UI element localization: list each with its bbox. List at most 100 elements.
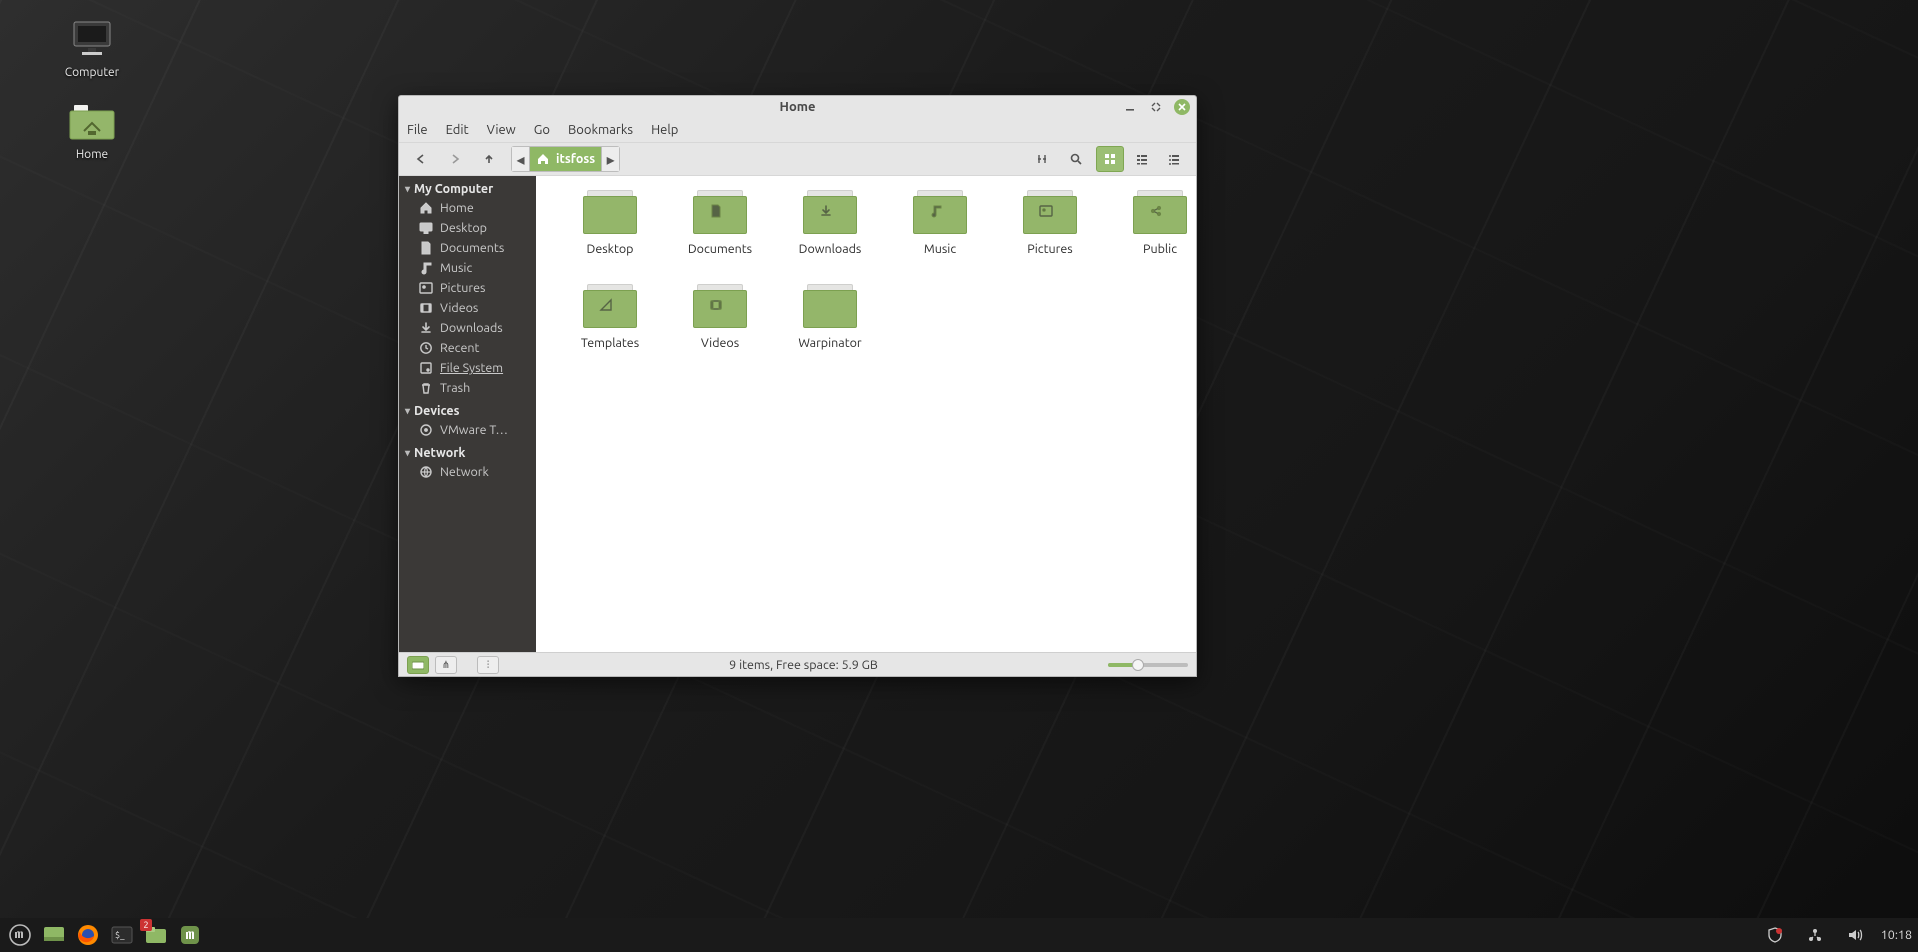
folder-icon — [803, 288, 857, 328]
zoom-slider[interactable] — [1108, 663, 1188, 667]
sidebar-item-documents[interactable]: Documents — [399, 238, 536, 258]
file-grid[interactable]: Desktop Documents DownloadsMusic Pictures Pu… — [536, 176, 1196, 652]
tree-toggle[interactable]: ⋔ — [435, 656, 457, 674]
desktop-icon-home[interactable]: Home — [48, 96, 136, 161]
sidebar-item-recent[interactable]: Recent — [399, 338, 536, 358]
sidebar-item-home[interactable]: Home — [399, 198, 536, 218]
sidebar-item-label: Downloads — [440, 321, 503, 335]
forward-button[interactable] — [441, 146, 469, 172]
sidebar-section[interactable]: Network — [399, 440, 536, 462]
taskbar: $_ 2 10:18 — [0, 918, 1918, 952]
folder-label: Pictures — [1027, 242, 1072, 256]
close-button[interactable] — [1174, 99, 1190, 115]
file-manager-window: Home File Edit View Go Bookmarks Help ◂ — [398, 95, 1197, 677]
up-button[interactable] — [475, 146, 503, 172]
terminal-launcher[interactable]: $_ — [108, 921, 136, 949]
firefox-launcher[interactable] — [74, 921, 102, 949]
computer-icon — [68, 14, 116, 62]
folder-icon — [913, 194, 967, 234]
view-switcher — [1096, 146, 1188, 172]
path-bar: ◂ itsfoss ▸ — [511, 146, 620, 172]
folder-music[interactable]: Music — [888, 194, 992, 256]
sidebar-item-videos[interactable]: Videos — [399, 298, 536, 318]
recent-icon — [419, 341, 433, 355]
folder-icon — [1023, 194, 1077, 234]
sidebar-section[interactable]: Devices — [399, 398, 536, 420]
folder-pictures[interactable]: Pictures — [998, 194, 1102, 256]
folder-downloads[interactable]: Downloads — [778, 194, 882, 256]
window-title: Home — [780, 100, 816, 114]
sidebar-item-pictures[interactable]: Pictures — [399, 278, 536, 298]
sidebar-item-music[interactable]: Music — [399, 258, 536, 278]
minimize-button[interactable] — [1122, 99, 1138, 115]
sidebar-item-trash[interactable]: Trash — [399, 378, 536, 398]
sidebar-item-label: Trash — [440, 381, 470, 395]
back-button[interactable] — [407, 146, 435, 172]
menubar: File Edit View Go Bookmarks Help — [399, 118, 1196, 142]
titlebar[interactable]: Home — [399, 96, 1196, 118]
view-compact-button[interactable] — [1160, 146, 1188, 172]
music-icon — [419, 261, 433, 275]
sidebar-item-label: Videos — [440, 301, 478, 315]
folder-label: Public — [1143, 242, 1177, 256]
sidebar-section[interactable]: My Computer — [399, 176, 536, 198]
folder-icon — [1133, 194, 1187, 234]
folder-templates[interactable]: Templates — [558, 288, 662, 350]
sidebar-item-downloads[interactable]: Downloads — [399, 318, 536, 338]
window-count-badge: 2 — [140, 919, 152, 931]
clock[interactable]: 10:18 — [1881, 928, 1912, 942]
sidebar-item-label: Documents — [440, 241, 504, 255]
folder-desktop[interactable]: Desktop — [558, 194, 662, 256]
folder-icon — [693, 194, 747, 234]
folder-label: Documents — [688, 242, 752, 256]
tray-volume[interactable] — [1841, 921, 1869, 949]
cd-icon — [419, 423, 433, 437]
maximize-button[interactable] — [1148, 99, 1164, 115]
sidebar-item-file-system[interactable]: File System — [399, 358, 536, 378]
desktop-icon-computer[interactable]: Computer — [48, 14, 136, 79]
sidebar-item-label: Recent — [440, 341, 479, 355]
sidebar-item-vmware-t-[interactable]: VMware T… — [399, 420, 536, 440]
show-desktop-button[interactable] — [40, 921, 68, 949]
menu-view[interactable]: View — [487, 123, 516, 137]
folder-warpinator[interactable]: Warpinator — [778, 288, 882, 350]
path-back-caret[interactable]: ◂ — [512, 147, 530, 171]
menu-help[interactable]: Help — [651, 123, 678, 137]
home-icon — [536, 152, 550, 166]
view-icons-button[interactable] — [1096, 146, 1124, 172]
sidebar-item-label: Pictures — [440, 281, 485, 295]
mint-welcome-launcher[interactable] — [176, 921, 204, 949]
folder-public[interactable]: Public — [1108, 194, 1196, 256]
folder-label: Warpinator — [798, 336, 861, 350]
places-toggle[interactable] — [407, 656, 429, 674]
folder-documents[interactable]: Documents — [668, 194, 772, 256]
download-icon — [419, 321, 433, 335]
menu-file[interactable]: File — [407, 123, 428, 137]
sidebar-item-desktop[interactable]: Desktop — [399, 218, 536, 238]
tray-updates[interactable] — [1761, 921, 1789, 949]
search-icon — [1069, 152, 1083, 166]
zoom-thumb[interactable] — [1132, 659, 1144, 671]
network-icon — [1807, 927, 1823, 943]
path-segment-home[interactable]: itsfoss — [530, 147, 601, 171]
menu-button[interactable] — [6, 921, 34, 949]
terminal-icon: $_ — [111, 926, 133, 944]
desktop: Computer Home Home File Edit View Go Boo… — [0, 0, 1918, 952]
picture-icon — [419, 281, 433, 295]
path-user: itsfoss — [556, 152, 595, 166]
menu-bookmarks[interactable]: Bookmarks — [568, 123, 633, 137]
menu-go[interactable]: Go — [534, 123, 550, 137]
disk-icon — [419, 361, 433, 375]
search-button[interactable] — [1062, 146, 1090, 172]
menu-edit[interactable]: Edit — [446, 123, 469, 137]
view-list-button[interactable] — [1128, 146, 1156, 172]
folder-icon — [803, 194, 857, 234]
tray-network[interactable] — [1801, 921, 1829, 949]
path-forward-caret[interactable]: ▸ — [601, 147, 619, 171]
show-hidden-toggle[interactable]: ⫶ — [477, 656, 499, 674]
sidebar-item-label: Music — [440, 261, 472, 275]
files-taskbar-button[interactable]: 2 — [142, 921, 170, 949]
toggle-location-button[interactable] — [1028, 146, 1056, 172]
sidebar-item-network[interactable]: Network — [399, 462, 536, 482]
folder-videos[interactable]: Videos — [668, 288, 772, 350]
